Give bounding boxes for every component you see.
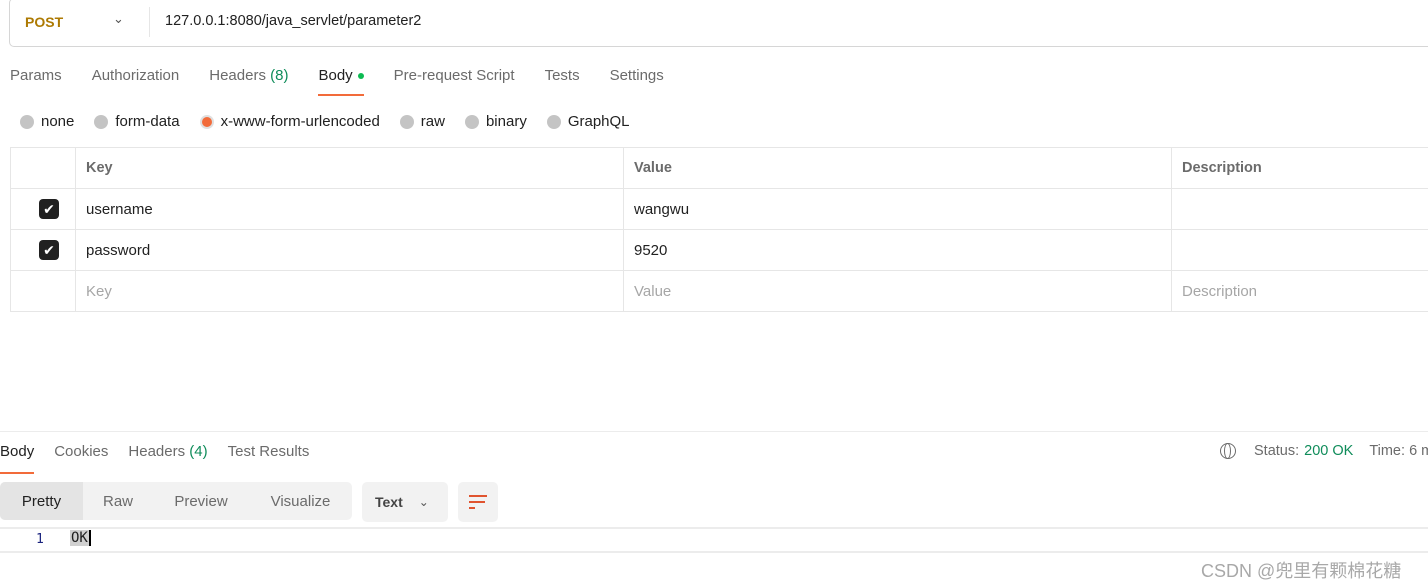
url-input[interactable]: 127.0.0.1:8080/java_servlet/parameter2 <box>165 13 421 29</box>
tab-pre-request-script[interactable]: Pre-request Script <box>394 67 515 94</box>
wrap-icon <box>469 501 485 503</box>
view-raw[interactable]: Raw <box>83 482 153 520</box>
tab-authorization[interactable]: Authorization <box>92 67 180 94</box>
tab-tests[interactable]: Tests <box>545 67 580 94</box>
url-bar: POST ⌄ 127.0.0.1:8080/java_servlet/param… <box>9 0 1428 47</box>
value-cell[interactable]: 9520 <box>623 229 1172 271</box>
tab-label: Tests <box>544 67 580 84</box>
line-number: 1 <box>36 532 44 547</box>
radio-label: binary <box>485 113 527 130</box>
modified-dot-icon <box>357 73 364 80</box>
response-body-editor[interactable]: 1 OK <box>0 527 1428 553</box>
response-tab-cookies[interactable]: Cookies <box>54 443 108 472</box>
header-description: Description <box>1171 147 1428 189</box>
response-tab-test-results[interactable]: Test Results <box>228 443 310 472</box>
description-cell[interactable] <box>1171 229 1428 271</box>
divider <box>149 7 150 37</box>
table-row: ✔ username wangwu <box>10 188 1428 230</box>
tab-settings[interactable]: Settings <box>610 67 664 94</box>
tab-label: Params <box>10 67 62 84</box>
wrap-lines-button[interactable] <box>458 482 498 522</box>
time-label: Time: <box>1369 443 1406 459</box>
globe-icon[interactable] <box>1220 443 1236 459</box>
radio-label: GraphQL <box>567 113 630 130</box>
divider <box>0 431 1428 432</box>
checkbox-cell: ✔ <box>10 229 76 271</box>
watermark: CSDN @兜里有颗棉花糖 <box>1201 561 1402 581</box>
radio-label: none <box>41 113 75 130</box>
key-input[interactable]: Key <box>75 270 624 312</box>
tab-label: Body <box>318 67 353 84</box>
table-row: ✔ password 9520 <box>10 229 1428 271</box>
request-tabs: Params Authorization Headers (8) Body Pr… <box>10 67 694 96</box>
response-tab-headers[interactable]: Headers (4) <box>128 443 207 472</box>
checkbox-checked-icon[interactable]: ✔ <box>39 240 59 260</box>
radio-none[interactable]: none <box>20 113 74 130</box>
params-table: Key Value Description ✔ username wangwu … <box>10 147 1428 312</box>
response-tabs: Body Cookies Headers (4) Test Results <box>0 443 329 474</box>
radio-label: x-www-form-urlencoded <box>220 113 380 130</box>
description-cell[interactable] <box>1171 188 1428 230</box>
table-header: Key Value Description <box>10 147 1428 189</box>
tab-label: Pre-request Script <box>393 67 515 84</box>
code-line[interactable]: OK <box>70 530 91 546</box>
view-mode-segmented: Pretty Raw Preview Visualize <box>0 482 352 520</box>
header-cell <box>10 147 76 189</box>
status-label: Status: <box>1254 443 1300 459</box>
tab-count: (8) <box>270 67 289 84</box>
description-input[interactable]: Description <box>1171 270 1428 312</box>
tab-body[interactable]: Body <box>318 67 364 96</box>
tab-label: Headers <box>128 443 186 460</box>
radio-graphql[interactable]: GraphQL <box>546 113 630 130</box>
tab-label: Authorization <box>91 67 180 84</box>
radio-raw[interactable]: raw <box>399 113 445 130</box>
chevron-down-icon[interactable]: ⌄ <box>113 11 124 27</box>
tab-headers[interactable]: Headers (8) <box>209 67 288 94</box>
view-visualize[interactable]: Visualize <box>249 482 352 520</box>
body-type-radios: none form-data x-www-form-urlencoded raw… <box>20 113 650 130</box>
radio-icon[interactable] <box>94 114 109 129</box>
tab-label: Headers <box>209 67 266 84</box>
method-select[interactable]: POST <box>25 14 63 30</box>
value-input[interactable]: Value <box>623 270 1172 312</box>
radio-icon[interactable] <box>464 114 479 129</box>
tab-count: (4) <box>189 443 208 460</box>
checkbox-cell <box>10 270 76 312</box>
table-row-new: Key Value Description <box>10 270 1428 312</box>
key-cell[interactable]: password <box>75 229 624 271</box>
view-preview[interactable]: Preview <box>153 482 249 520</box>
wrap-icon <box>469 495 487 497</box>
header-value: Value <box>623 147 1172 189</box>
wrap-icon <box>469 507 475 509</box>
tab-params[interactable]: Params <box>10 67 62 94</box>
checkbox-checked-icon[interactable]: ✔ <box>39 199 59 219</box>
key-cell[interactable]: username <box>75 188 624 230</box>
radio-selected-icon[interactable] <box>199 114 214 129</box>
radio-icon[interactable] <box>399 114 414 129</box>
checkbox-cell: ✔ <box>10 188 76 230</box>
format-label: Text <box>375 494 403 510</box>
radio-binary[interactable]: binary <box>464 113 527 130</box>
view-pretty[interactable]: Pretty <box>0 482 83 520</box>
format-select[interactable]: Text ⌄ <box>362 482 448 522</box>
radio-x-www-form-urlencoded[interactable]: x-www-form-urlencoded <box>199 113 380 130</box>
radio-icon[interactable] <box>546 114 561 129</box>
chevron-down-icon: ⌄ <box>418 495 429 509</box>
radio-form-data[interactable]: form-data <box>94 113 180 130</box>
radio-label: form-data <box>115 113 180 130</box>
response-tab-body[interactable]: Body <box>0 443 35 474</box>
tab-label: Settings <box>609 67 664 84</box>
value-cell[interactable]: wangwu <box>623 188 1172 230</box>
radio-label: raw <box>420 113 445 130</box>
time-value[interactable]: 6 m <box>1409 443 1428 459</box>
header-key: Key <box>75 147 624 189</box>
status-value[interactable]: 200 OK <box>1304 443 1353 459</box>
radio-icon[interactable] <box>20 114 34 129</box>
response-status: Status: 200 OK Time: 6 m <box>1220 443 1428 459</box>
